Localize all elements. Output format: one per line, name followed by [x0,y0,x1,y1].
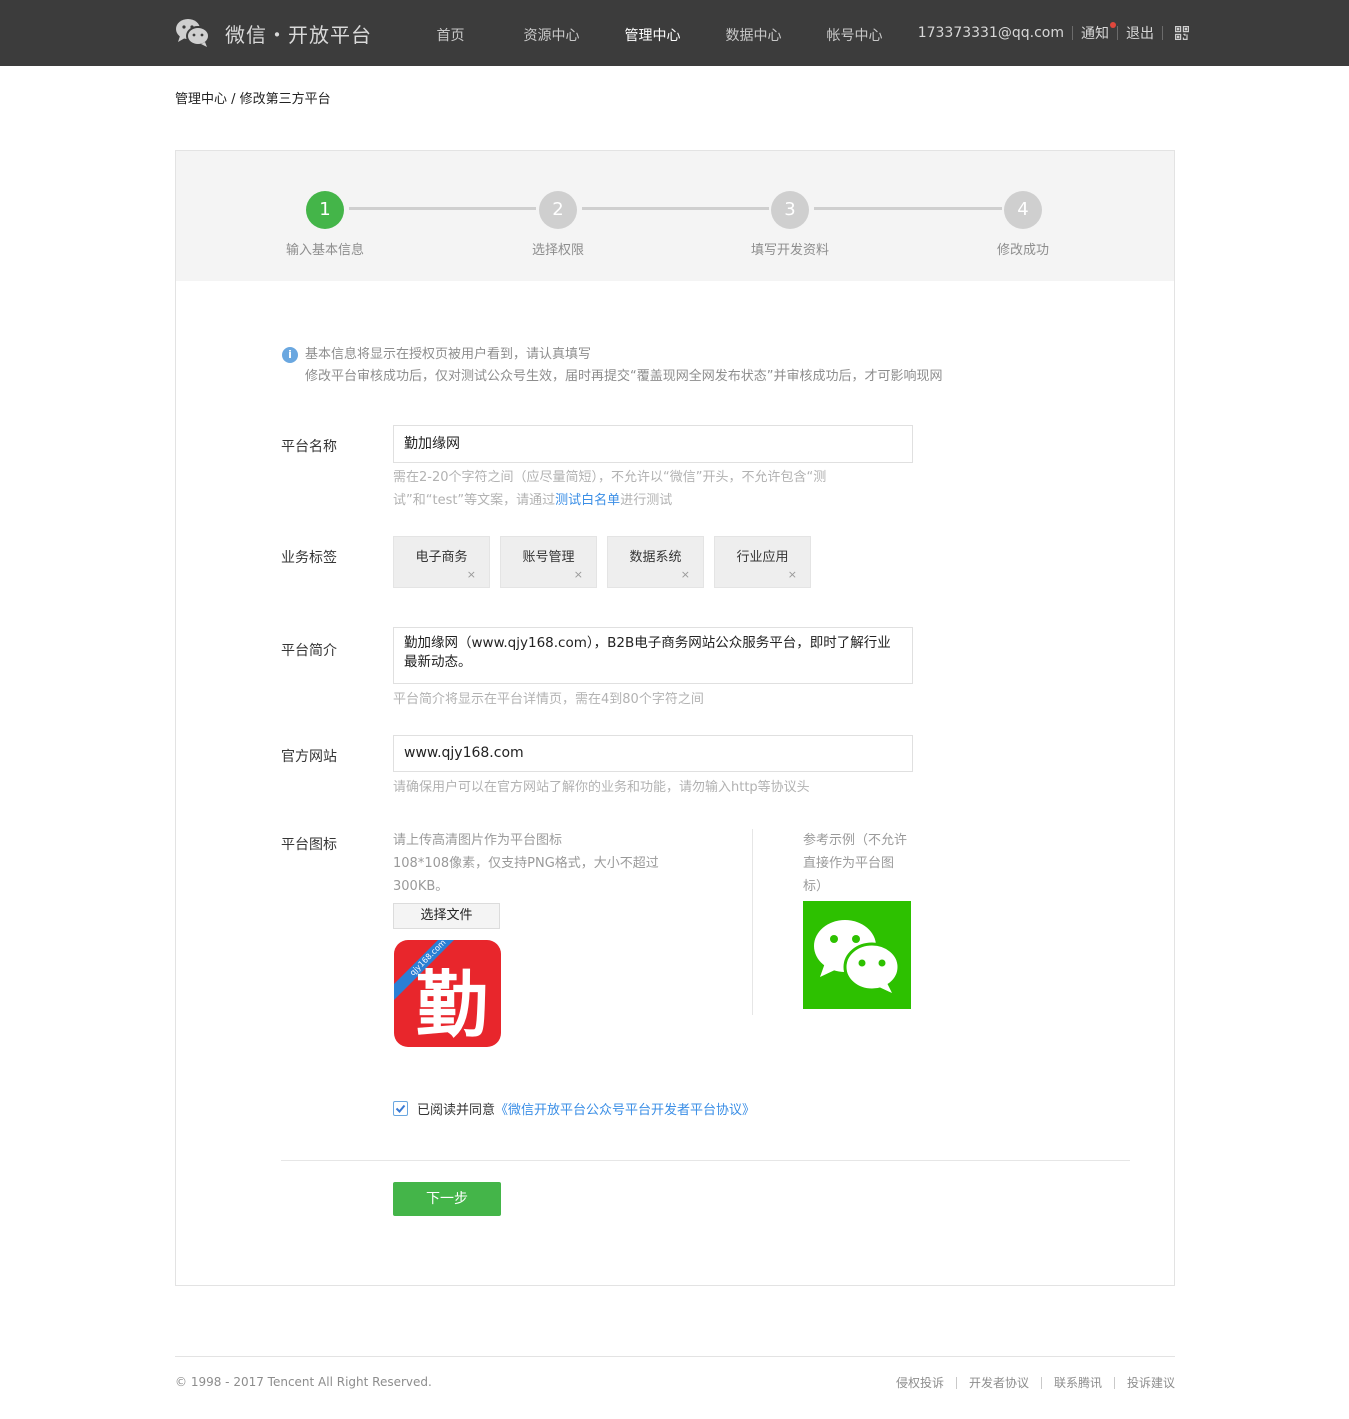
choose-file-button[interactable]: 选择文件 [393,903,500,929]
business-tags-label: 业务标签 [281,550,337,566]
tag-label: 账号管理 [522,550,575,565]
agreement-row: 已阅读并同意 《微信开放平台公众号平台开发者平台协议》 [393,1099,755,1118]
tag-remove-icon[interactable]: × [681,568,690,581]
official-site-input[interactable]: www.qjy168.com [393,735,913,772]
hint-text: 试”和“test”等文案，请通过 [393,493,556,508]
nav-home[interactable]: 首页 [400,0,501,66]
logo-text: 微信・开放平台 [225,22,372,47]
reference-wechat-icon [803,901,911,1009]
hint-text: 进行测试 [620,493,673,508]
tag-remove-icon[interactable]: × [574,568,583,581]
nav-account[interactable]: 帐号中心 [804,0,905,66]
desc-line: 300KB。 [393,879,449,894]
tag-label: 数据系统 [629,550,682,565]
step-number: 2 [539,191,577,229]
platform-name-hint: 需在2-20个字符之间（应尽量简短），不允许以“微信”开头，不允许包含“测 试”… [393,466,913,512]
divider [1072,26,1073,40]
desc-line: 请上传高清图片作为平台图标 [393,833,563,848]
divider [1162,26,1163,40]
icon-character: 勤 [416,962,488,1047]
step-label: 填写开发资料 [750,243,829,258]
hint-line: 需在2-20个字符之间（应尽量简短），不允许以“微信”开头，不允许包含“测 [393,470,827,485]
breadcrumb: 管理中心 / 修改第三方平台 [175,92,331,107]
info-tip: i 基本信息将显示在授权页被用户看到，请认真填写 修改平台审核成功后，仅对测试公… [282,344,942,388]
footer-divider [175,1356,1175,1357]
platform-name-label: 平台名称 [281,439,337,455]
step-1: 1 输入基本信息 [255,191,395,258]
step-label: 修改成功 [996,243,1049,258]
developer-agreement-link[interactable]: 《微信开放平台公众号平台开发者平台协议》 [495,1099,755,1118]
reference-example-desc: 参考示例（不允许直接作为平台图标） [803,833,908,894]
agree-checkbox[interactable] [393,1101,408,1116]
copyright: © 1998 - 2017 Tencent All Right Reserved… [175,1375,432,1389]
tag-remove-icon[interactable]: × [788,568,797,581]
footer-link-infringement[interactable]: 侵权投诉 [896,1374,944,1391]
step-3: 3 填写开发资料 [720,191,860,258]
main-nav: 首页 资源中心 管理中心 数据中心 帐号中心 [400,0,905,66]
footer-link-feedback[interactable]: 投诉建议 [1127,1374,1175,1391]
divider [1113,1376,1115,1389]
notice-link[interactable]: 通知 [1081,22,1116,43]
account-email[interactable]: 173373331@qq.com [918,25,1064,41]
step-label: 输入基本信息 [285,243,364,258]
qrcode-icon[interactable] [1175,26,1189,40]
icon-upload-desc: 请上传高清图片作为平台图标 108*108像素，仅支持PNG格式，大小不超过 3… [393,829,693,898]
edit-platform-card: 1 输入基本信息 2 选择权限 3 填写开发资料 4 修改成功 i 基本信息将显… [175,150,1175,1286]
wechat-logo-icon [175,17,211,49]
info-line: 基本信息将显示在授权页被用户看到，请认真填写 [305,347,592,362]
official-site-label: 官方网站 [281,749,337,765]
next-step-button[interactable]: 下一步 [393,1182,501,1216]
agree-text: 已阅读并同意 [417,1103,496,1118]
divider [752,829,753,1015]
step-2: 2 选择权限 [488,191,628,258]
user-area: 173373331@qq.com 通知 退出 [918,0,1189,66]
step-label: 选择权限 [531,243,584,258]
step-number: 4 [1004,191,1042,229]
business-tag: 账号管理 × [500,536,597,588]
official-site-hint: 请确保用户可以在官方网站了解你的业务和功能，请勿输入http等协议头 [393,780,810,795]
divider [1117,26,1118,40]
step-number: 3 [771,191,809,229]
tag-label: 行业应用 [736,550,789,565]
business-tag: 行业应用 × [714,536,811,588]
nav-resources[interactable]: 资源中心 [501,0,602,66]
top-navbar: 微信・开放平台 首页 资源中心 管理中心 数据中心 帐号中心 173373331… [0,0,1349,66]
footer-link-developer-agreement[interactable]: 开发者协议 [969,1374,1029,1391]
notice-label: 通知 [1081,26,1109,42]
nav-data[interactable]: 数据中心 [703,0,804,66]
business-tag: 数据系统 × [607,536,704,588]
hint-line: 试”和“test”等文案，请通过测试白名单进行测试 [393,489,913,512]
divider [281,1160,1130,1161]
step-4: 4 修改成功 [953,191,1093,258]
notification-dot-icon [1110,22,1116,28]
step-progress: 1 输入基本信息 2 选择权限 3 填写开发资料 4 修改成功 [176,151,1174,281]
platform-intro-label: 平台简介 [281,643,337,659]
logout-link[interactable]: 退出 [1126,23,1154,43]
desc-line: 108*108像素，仅支持PNG格式，大小不超过 [393,856,659,871]
info-line: 修改平台审核成功后，仅对测试公众号生效，届时再提交“覆盖现网全网发布状态”并审核… [305,369,943,384]
platform-intro-textarea[interactable]: 勤加缘网（www.qjy168.com），B2B电子商务网站公众服务平台，即时了… [393,627,913,684]
tag-label: 电子商务 [415,550,468,565]
uploaded-platform-icon: qjy168.com 勤 [394,938,501,1047]
tag-remove-icon[interactable]: × [467,568,476,581]
divider [1040,1376,1042,1389]
nav-management[interactable]: 管理中心 [602,0,703,66]
step-number: 1 [306,191,344,229]
logo[interactable]: 微信・开放平台 [175,17,372,49]
info-icon: i [282,347,298,363]
checkmark-icon [395,1104,406,1113]
divider [955,1376,957,1389]
business-tag: 电子商务 × [393,536,490,588]
test-whitelist-link[interactable]: 测试白名单 [555,493,620,508]
footer-links: 侵权投诉 开发者协议 联系腾讯 投诉建议 [896,1374,1175,1391]
platform-intro-hint: 平台简介将显示在平台详情页，需在4到80个字符之间 [393,692,704,707]
platform-name-input[interactable]: 勤加缘网 [393,425,913,463]
platform-icon-label: 平台图标 [281,837,337,853]
footer-link-contact[interactable]: 联系腾讯 [1054,1374,1102,1391]
